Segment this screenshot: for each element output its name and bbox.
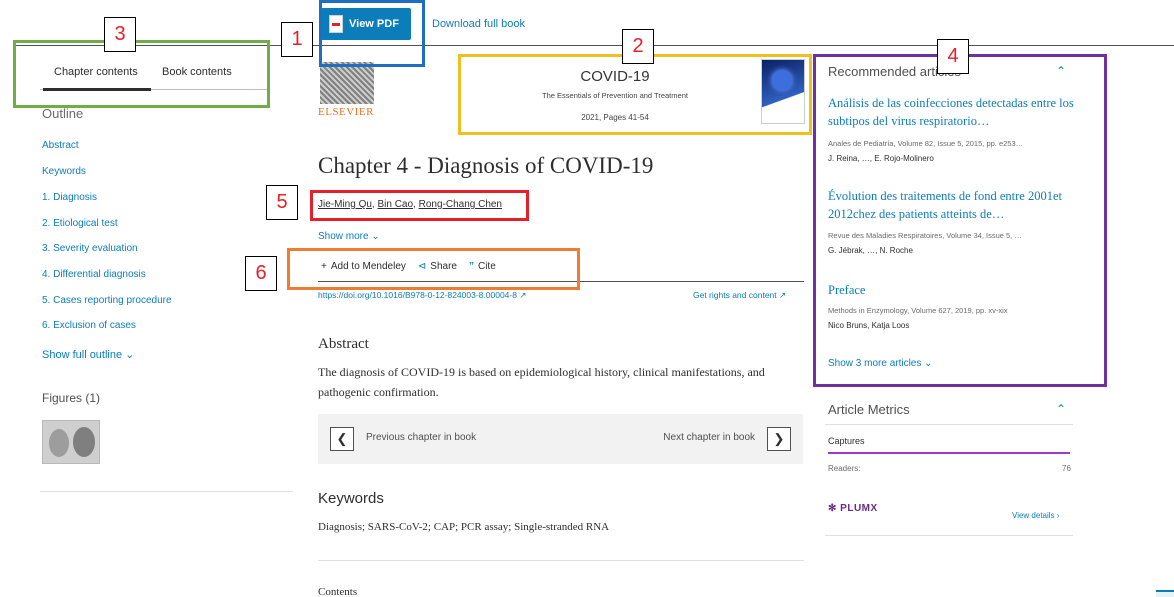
abstract-text: The diagnosis of COVID-19 is based on ep… — [318, 365, 765, 399]
metrics-heading: Article Metrics — [828, 402, 910, 417]
chevron-right-icon: › — [1056, 511, 1060, 520]
metrics-bottom-divider — [825, 535, 1073, 536]
feedback-tab[interactable] — [1156, 590, 1174, 597]
rights-link[interactable]: Get rights and content ↗ — [693, 290, 786, 301]
previous-chapter-button[interactable]: ❮ — [330, 427, 354, 451]
annotation-label-5: 5 — [266, 185, 298, 220]
readers-count: 76 — [1062, 464, 1071, 473]
rights-label: Get rights and content — [693, 290, 777, 300]
collapse-metrics-icon[interactable]: ⌃ — [1056, 402, 1066, 416]
left-divider — [40, 491, 293, 492]
show-more-label: Show more — [318, 231, 369, 242]
external-link-icon: ↗ — [519, 290, 527, 300]
doi-link[interactable]: https://doi.org/10.1016/B978-0-12-824003… — [318, 290, 526, 301]
publisher-logo[interactable]: ELSEVIER — [318, 62, 376, 120]
outline-item-keywords[interactable]: Keywords — [42, 166, 86, 177]
outline-item-exclusion-of-cases[interactable]: 6. Exclusion of cases — [42, 320, 136, 331]
annotation-box-5 — [310, 190, 529, 221]
annotation-box-6 — [287, 248, 580, 290]
outline-item-severity-evaluation[interactable]: 3. Severity evaluation — [42, 243, 138, 254]
figures-heading: Figures (1) — [42, 391, 101, 405]
outline-heading: Outline — [42, 106, 84, 121]
chevron-left-icon: ❮ — [336, 431, 348, 446]
chevron-down-icon: ⌄ — [125, 349, 135, 361]
keywords-heading: Keywords — [318, 490, 384, 507]
annotation-label-1: 1 — [281, 22, 313, 57]
figure-thumbnail[interactable] — [42, 420, 100, 464]
outline-item-abstract[interactable]: Abstract — [42, 140, 79, 151]
readers-label: Readers: — [828, 464, 861, 473]
plumx-logo: ✻ PLUMX — [828, 503, 878, 514]
keywords-divider — [318, 560, 804, 561]
view-details-link[interactable]: View details › — [1012, 511, 1059, 520]
chapter-title: Chapter 4 - Diagnosis of COVID-19 — [318, 153, 654, 178]
metrics-divider — [825, 424, 1073, 425]
next-chapter-button[interactable]: ❯ — [767, 427, 791, 451]
plumx-icon: ✻ — [828, 503, 837, 514]
download-full-book-link[interactable]: Download full book — [432, 18, 525, 30]
show-more-button[interactable]: Show more ⌄ — [318, 231, 380, 242]
captures-bar — [828, 452, 1070, 454]
annotation-box-2 — [458, 54, 812, 135]
contents-heading: Contents — [318, 586, 358, 597]
annotation-label-3: 3 — [104, 17, 136, 52]
annotation-box-1 — [319, 0, 425, 67]
elsevier-tree-icon — [320, 62, 374, 104]
next-chapter-label[interactable]: Next chapter in book — [663, 432, 755, 443]
chevron-right-icon: ❯ — [773, 431, 785, 446]
annotation-label-6: 6 — [245, 256, 277, 291]
chapter-navigation: ❮ Previous chapter in book Next chapter … — [318, 414, 803, 464]
previous-chapter-label[interactable]: Previous chapter in book — [366, 432, 476, 443]
captures-label: Captures — [828, 436, 865, 446]
external-link-icon: ↗ — [779, 290, 787, 300]
outline-item-diagnosis[interactable]: 1. Diagnosis — [42, 192, 97, 203]
annotation-label-2: 2 — [622, 29, 654, 64]
show-full-outline-button[interactable]: Show full outline ⌄ — [42, 348, 134, 361]
outline-item-differential-diagnosis[interactable]: 4. Differential diagnosis — [42, 269, 146, 280]
view-details-label: View details — [1012, 511, 1055, 520]
doi-text: https://doi.org/10.1016/B978-0-12-824003… — [318, 290, 517, 300]
annotation-box-4 — [813, 54, 1107, 387]
annotation-label-4: 4 — [937, 39, 969, 74]
show-full-outline-label: Show full outline — [42, 349, 123, 361]
outline-item-cases-reporting[interactable]: 5. Cases reporting procedure — [42, 295, 172, 306]
abstract-heading: Abstract — [318, 336, 369, 352]
chevron-down-icon: ⌄ — [371, 231, 380, 242]
keywords-text: Diagnosis; SARS-CoV-2; CAP; PCR assay; S… — [318, 521, 610, 533]
annotation-box-3 — [13, 40, 270, 108]
outline-item-etiological-test[interactable]: 2. Etiological test — [42, 218, 118, 229]
publisher-name: ELSEVIER — [318, 106, 374, 118]
plumx-label: PLUMX — [840, 503, 878, 514]
